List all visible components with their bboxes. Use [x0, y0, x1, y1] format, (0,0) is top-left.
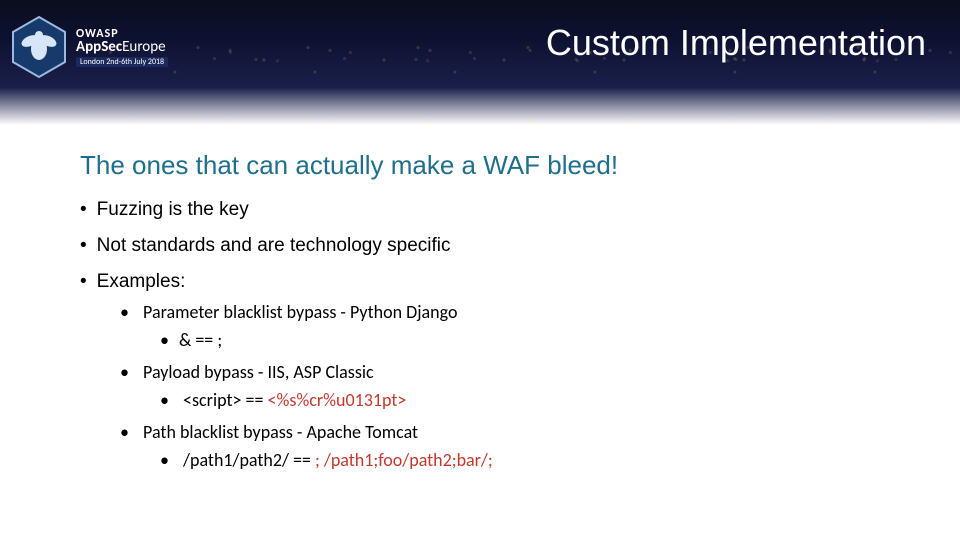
example-tomcat: Path blacklist bypass - Apache Tomcat /p… — [120, 421, 920, 471]
bullet-examples: Examples: Parameter blacklist bypass - P… — [80, 271, 920, 471]
bullet-text: Not standards and are technology specifi… — [97, 235, 451, 256]
detail-path: ; /path1;foo/path2;bar/; — [315, 449, 493, 471]
example-detail-list: <script> == <%s%cr%u0131pt> — [160, 389, 920, 411]
slide-content: The ones that can actually make a WAF bl… — [80, 150, 920, 485]
bullet-text: Examples: — [97, 271, 186, 292]
logo-appsec-strong: AppSec — [76, 38, 122, 56]
detail-text: & == ; — [179, 329, 222, 351]
detail-prefix: <script> == — [183, 389, 267, 411]
bullet-list: Fuzzing is the key Not standards and are… — [80, 199, 920, 471]
headline: The ones that can actually make a WAF bl… — [80, 150, 920, 181]
detail-prefix: /path1/path2/ == — [183, 449, 315, 471]
example-label: Parameter blacklist bypass - Python Djan… — [143, 301, 457, 323]
example-django: Parameter blacklist bypass - Python Djan… — [120, 301, 920, 351]
example-label: Payload bypass - IIS, ASP Classic — [143, 361, 374, 383]
logo-text: OWASP AppSecEurope London 2nd-6th July 2… — [76, 28, 168, 67]
logo-line-date: London 2nd-6th July 2018 — [76, 57, 168, 67]
bullet-text: Fuzzing is the key — [97, 199, 249, 220]
bullet-fuzzing: Fuzzing is the key — [80, 199, 920, 221]
detail-payload: <%s%cr%u0131pt> — [268, 389, 407, 411]
example-detail: /path1/path2/ == ; /path1;foo/path2;bar/… — [160, 449, 920, 471]
examples-list: Parameter blacklist bypass - Python Djan… — [120, 301, 920, 471]
example-iis: Payload bypass - IIS, ASP Classic <scrip… — [120, 361, 920, 411]
slide-title: Custom Implementation — [546, 22, 926, 64]
example-detail-list: /path1/path2/ == ; /path1;foo/path2;bar/… — [160, 449, 920, 471]
wasp-hex-icon — [10, 15, 68, 79]
logo-line-appsec: AppSecEurope — [76, 40, 168, 55]
example-label: Path blacklist bypass - Apache Tomcat — [143, 421, 418, 443]
slide: OWASP AppSecEurope London 2nd-6th July 2… — [0, 0, 960, 540]
example-detail: & == ; — [160, 329, 920, 351]
bullet-not-standards: Not standards and are technology specifi… — [80, 235, 920, 257]
example-detail-list: & == ; — [160, 329, 920, 351]
owasp-logo: OWASP AppSecEurope London 2nd-6th July 2… — [10, 15, 168, 79]
logo-appsec-europe: Europe — [122, 38, 165, 56]
example-detail: <script> == <%s%cr%u0131pt> — [160, 389, 920, 411]
slide-header: OWASP AppSecEurope London 2nd-6th July 2… — [0, 0, 960, 125]
